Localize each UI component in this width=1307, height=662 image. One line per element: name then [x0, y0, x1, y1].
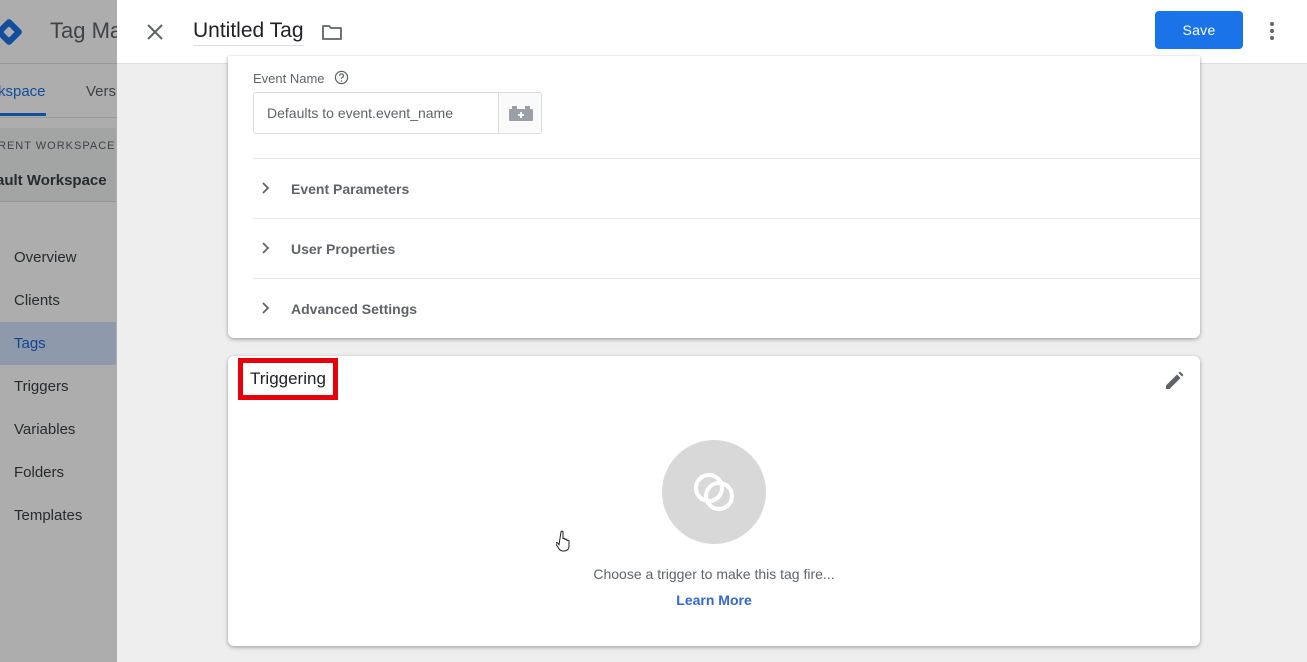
- tag-editor-panel: Untitled Tag Save Event Name Defaults to…: [117, 0, 1307, 662]
- user-properties-label: User Properties: [291, 241, 396, 257]
- triggering-title: Triggering: [250, 369, 326, 388]
- hand-pointer-cursor-icon: [556, 530, 570, 552]
- chevron-right-icon: [262, 242, 270, 254]
- triggering-highlight-box: Triggering: [238, 358, 338, 400]
- variable-picker-icon: [509, 106, 533, 121]
- event-name-input[interactable]: [253, 92, 498, 134]
- pencil-icon[interactable]: [1162, 369, 1186, 393]
- advanced-settings-label: Advanced Settings: [291, 301, 418, 317]
- learn-more-link-row: Learn More: [228, 592, 1200, 608]
- choose-trigger-button[interactable]: [662, 440, 766, 544]
- event-name-label: Event Name: [253, 71, 325, 86]
- folder-icon[interactable]: [320, 20, 344, 44]
- chevron-right-icon: [262, 182, 270, 194]
- learn-more-link[interactable]: Learn More: [676, 592, 751, 608]
- chevron-right-icon: [262, 302, 270, 314]
- help-circle-icon[interactable]: [334, 70, 349, 85]
- empty-trigger-text: Choose a trigger to make this tag fire..…: [593, 566, 835, 582]
- triggering-card[interactable]: Triggering Choose a trigger to make this…: [228, 356, 1200, 646]
- user-properties-section[interactable]: User Properties: [253, 218, 1200, 278]
- event-parameters-label: Event Parameters: [291, 181, 410, 197]
- variable-picker-button[interactable]: [498, 92, 542, 134]
- advanced-settings-section[interactable]: Advanced Settings: [253, 278, 1200, 338]
- save-button[interactable]: Save: [1155, 11, 1243, 49]
- tag-name-title[interactable]: Untitled Tag: [193, 19, 304, 46]
- more-vert-icon[interactable]: [1260, 19, 1284, 43]
- trigger-circles-icon: [694, 473, 734, 511]
- editor-header: Untitled Tag Save: [117, 0, 1307, 64]
- tag-configuration-card: Event Name Event Parameters Us: [228, 56, 1200, 338]
- close-icon[interactable]: [143, 20, 167, 44]
- event-parameters-section[interactable]: Event Parameters: [253, 158, 1200, 218]
